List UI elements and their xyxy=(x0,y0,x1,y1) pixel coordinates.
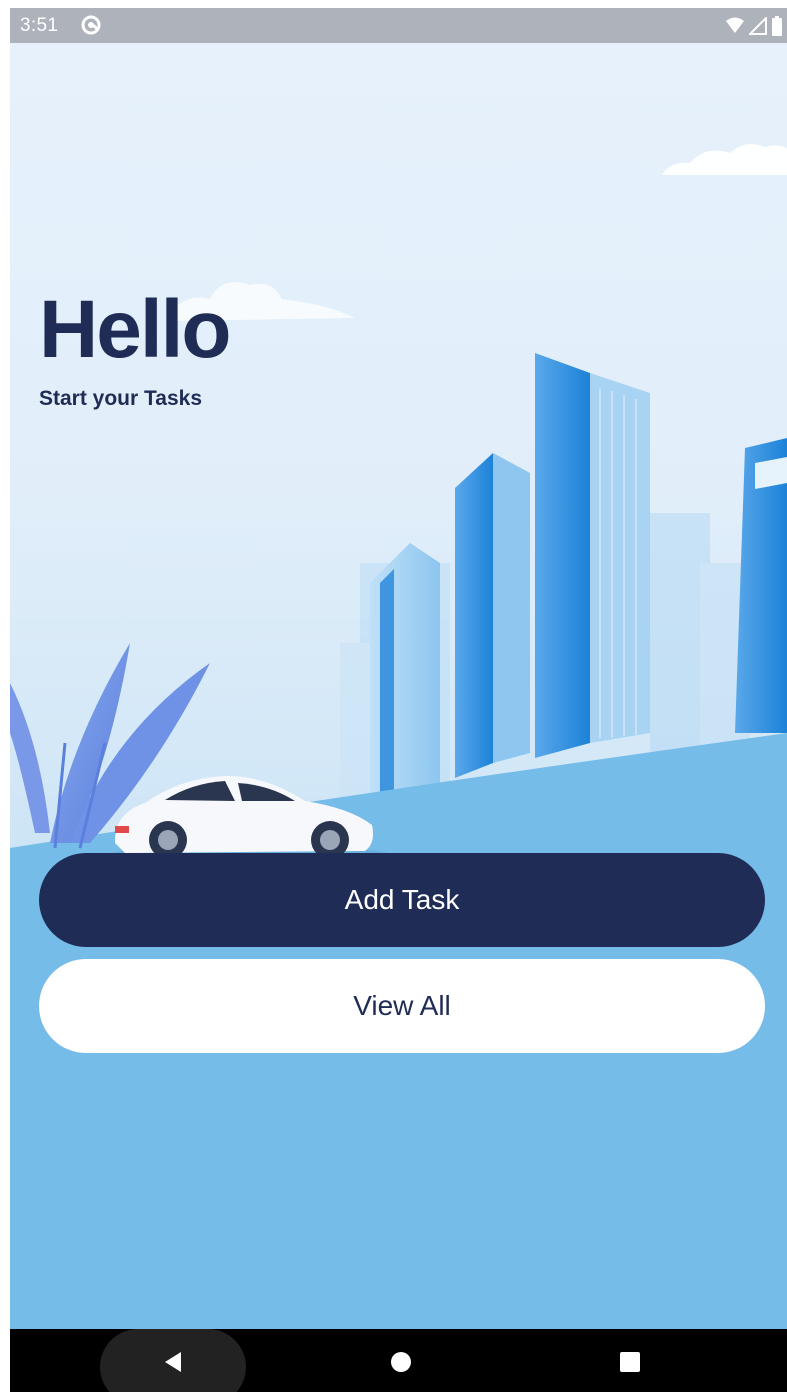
back-icon xyxy=(165,1352,181,1372)
recents-button[interactable] xyxy=(612,1344,648,1380)
at-sign-icon xyxy=(80,14,102,41)
device-screen: 3:51 Hello Start your Tasks Add Task Vie… xyxy=(10,8,787,1392)
wifi-icon xyxy=(725,17,745,40)
home-icon xyxy=(391,1352,411,1372)
home-screen: Hello Start your Tasks Add Task View All xyxy=(10,43,787,1329)
view-all-button[interactable]: View All xyxy=(39,959,765,1053)
status-time: 3:51 xyxy=(20,15,59,36)
back-button[interactable] xyxy=(155,1344,191,1380)
add-task-button[interactable]: Add Task xyxy=(39,853,765,947)
recents-icon xyxy=(620,1352,640,1372)
battery-icon xyxy=(771,16,783,41)
clouds-illustration xyxy=(170,144,787,321)
home-button[interactable] xyxy=(383,1344,419,1380)
page-subtitle: Start your Tasks xyxy=(39,387,203,410)
page-title: Hello xyxy=(39,284,231,375)
navigation-bar xyxy=(10,1329,787,1392)
status-bar: 3:51 xyxy=(10,8,787,43)
city-illustration xyxy=(10,144,787,1329)
signal-icon xyxy=(747,15,767,40)
